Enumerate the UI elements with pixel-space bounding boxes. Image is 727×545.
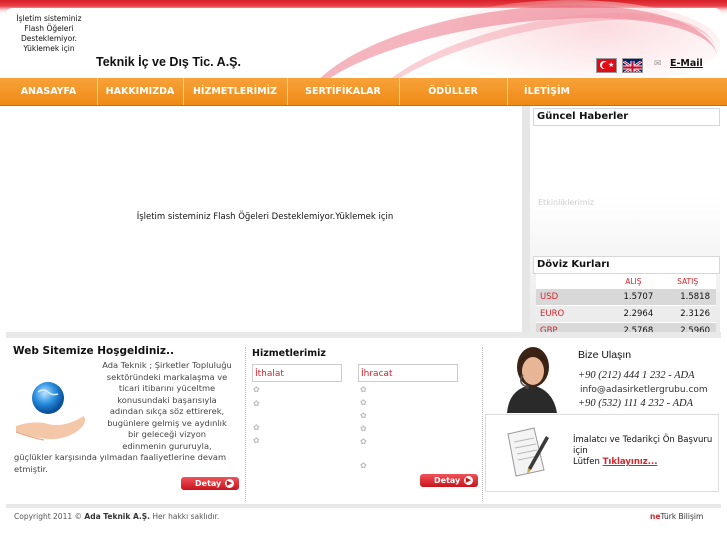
main-nav: ANASAYFA HAKKIMIZDA HİZMETLERİMİZ SERTİF… [0, 78, 727, 106]
detay-label: Detay [434, 476, 461, 485]
application-link[interactable]: Tıklayınız... [603, 457, 658, 467]
uk-flag-graphic [623, 59, 642, 72]
copyright-text: Copyright 2011 © Ada Teknik A.Ş. Her hak… [14, 512, 219, 521]
currency-sell: 2.3126 [659, 305, 716, 323]
currency-code: EURO [536, 305, 608, 323]
welcome-line: Ada Teknik ; Şirketler Topluluğu [102, 360, 232, 370]
copyright-company: Ada Teknik A.Ş. [84, 512, 150, 521]
bullet-icon: ✿ [360, 461, 367, 470]
application-text: İmalatcı ve Tedarikçi Ön Başvuru için Lü… [573, 435, 721, 468]
flag-star: ★ [608, 61, 615, 69]
welcome-line: sektöründeki markalaşma ve [106, 371, 228, 382]
nav-item-iletisim[interactable]: İLETİŞİM [507, 78, 587, 105]
application-prompt: Lütfen [573, 457, 600, 467]
currency-row: USD 1.5707 1.5818 [536, 289, 716, 306]
currency-row: EURO 2.2964 2.3126 [536, 305, 716, 323]
welcome-line: edinmenin gururuyla, [122, 440, 212, 451]
contact-email[interactable]: info@adasirketlergrubu.com [580, 385, 708, 395]
bullet-icon: ✿ [253, 399, 260, 408]
copyright-suffix: Her hakkı saklıdır. [152, 512, 220, 521]
nav-item-sertifikalar[interactable]: SERTİFİKALAR [287, 78, 400, 105]
currency-buy: 2.2964 [607, 305, 660, 323]
services-ihracat-box[interactable]: İhracat [358, 364, 458, 382]
currency-title: Döviz Kurları [533, 256, 720, 274]
currency-sell: 1.5818 [659, 289, 716, 306]
main-flash-area: İşletim sisteminiz Flash Öğeleri Destekl… [8, 108, 522, 330]
currency-header-buy: ALIŞ [607, 274, 660, 289]
arrow-right-icon: ▶ [464, 476, 473, 485]
welcome-line: konusundaki başarısıyla [117, 394, 217, 405]
news-faded-item[interactable]: Etkinliklerimiz [538, 198, 594, 207]
support-agent-photo [487, 345, 575, 413]
bullet-icon: ✿ [360, 411, 367, 420]
developer-credit[interactable]: neTürk Bilişim [650, 512, 703, 521]
header-flash-message[interactable]: İşletim sisteminiz Flash Öğeleri Destekl… [16, 14, 82, 54]
welcome-text: Ada Teknik ; Şirketler Topluluğu sektörü… [14, 360, 238, 475]
turkish-flag-icon[interactable]: ★ [596, 58, 617, 73]
services-ithalat-box[interactable]: İthalat [252, 364, 342, 382]
nav-item-hakkimizda[interactable]: HAKKIMIZDA [97, 78, 184, 105]
application-description: İmalatcı ve Tedarikçi Ön Başvuru için [573, 435, 713, 456]
nav-item-anasayfa[interactable]: ANASAYFA [0, 78, 98, 105]
currency-code: USD [536, 289, 608, 306]
services-title: Hizmetlerimiz [252, 348, 326, 359]
nav-item-oduller[interactable]: ÖDÜLLER [399, 78, 508, 105]
main-flash-message[interactable]: İşletim sisteminiz Flash Öğeleri Destekl… [8, 212, 522, 222]
news-title: Güncel Haberler [533, 108, 720, 126]
right-sidebar: Güncel Haberler Etkinliklerimiz Döviz Ku… [530, 106, 720, 340]
welcome-title: Web Sitemize Hoşgeldiniz.. [13, 345, 174, 357]
section-divider [245, 347, 246, 501]
email-link[interactable]: E-Mail [670, 58, 703, 69]
welcome-detay-button[interactable]: Detay ▶ [181, 477, 239, 490]
services-detay-button[interactable]: Detay ▶ [420, 474, 478, 487]
bullet-icon: ✿ [360, 398, 367, 407]
detay-label: Detay [195, 479, 222, 488]
mail-icon[interactable]: ✉ [654, 59, 662, 69]
bullet-icon: ✿ [360, 437, 367, 446]
nav-item-hizmetlerimiz[interactable]: HİZMETLERİMİZ [183, 78, 288, 105]
document-pen-icon [507, 427, 549, 477]
bullet-icon: ✿ [253, 436, 260, 445]
english-flag-icon[interactable] [622, 58, 643, 73]
welcome-line: bugünlere gelmiş ve aydınlık [107, 417, 227, 428]
column-divider [522, 106, 530, 332]
copyright-prefix: Copyright 2011 © [14, 512, 83, 521]
contact-phone-1: +90 (212) 444 1 232 - ADA [578, 370, 695, 381]
currency-buy: 1.5707 [607, 289, 660, 306]
welcome-line: ticari itibarını yüceltme [118, 383, 216, 393]
currency-header-code [536, 274, 608, 289]
arrow-right-icon: ▶ [225, 479, 234, 488]
contact-phone-2: +90 (532) 111 4 232 - ADA [578, 398, 693, 409]
credit-logo-rest: Türk Bilişim [660, 512, 704, 521]
bullet-icon: ✿ [360, 385, 367, 394]
welcome-line: adından sıkça söz ettirerek, [109, 406, 225, 416]
currency-header-row: ALIŞ SATIŞ [536, 274, 716, 289]
bullet-icon: ✿ [360, 424, 367, 433]
currency-table: ALIŞ SATIŞ USD 1.5707 1.5818 EURO 2.2964… [536, 274, 716, 340]
footer-divider [6, 504, 721, 508]
contact-title: Bize Ulaşın [578, 349, 632, 361]
bullet-icon: ✿ [253, 385, 260, 394]
credit-logo-ne: ne [650, 512, 661, 521]
company-name: Teknik İç ve Dış Tic. A.Ş. [96, 55, 241, 69]
welcome-line: bir geleceği vizyon [127, 429, 207, 439]
section-divider [482, 347, 483, 501]
welcome-line: güçlükler karşısında yılmadan faaliyetle… [14, 452, 227, 474]
bullet-icon: ✿ [253, 423, 260, 432]
currency-header-sell: SATIŞ [659, 274, 716, 289]
